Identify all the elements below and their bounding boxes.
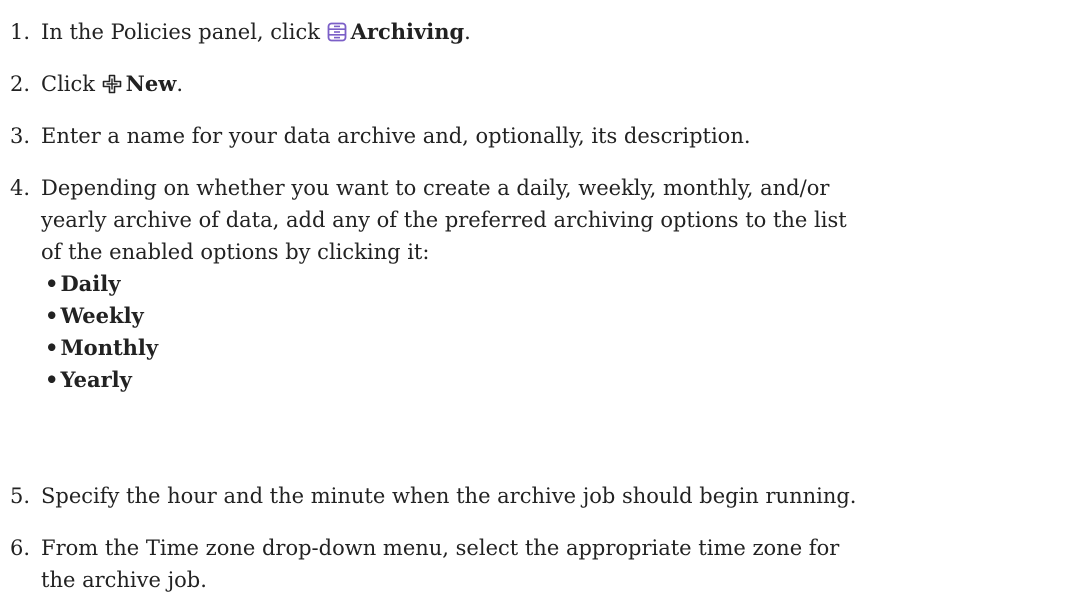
step-text: Click New. [41, 68, 1071, 103]
archiving-label: Archiving [350, 19, 465, 44]
step-1-punct: . [464, 20, 471, 44]
step-text: Enter a name for your data archive and, … [41, 124, 751, 148]
step-2-text: Click [41, 72, 102, 96]
new-label: New [125, 71, 177, 96]
step-text: From the Time zone drop-down menu, selec… [41, 532, 1071, 596]
step-2-punct: . [176, 72, 183, 96]
step-number: 6. [10, 536, 31, 560]
step-1-text: In the Policies panel, click [41, 20, 327, 44]
bullet: • [45, 367, 59, 392]
archiving-options-list: •Daily •Weekly •Monthly •Yearly [41, 268, 1071, 396]
bullet: • [45, 271, 59, 296]
option-weekly: •Weekly [41, 300, 1071, 332]
option-yearly: •Yearly [41, 364, 1071, 396]
step-6-line-2: the archive job. [41, 568, 207, 592]
step-number: 3. [10, 124, 31, 148]
option-label: Daily [60, 271, 121, 296]
step-text: Specify the hour and the minute when the… [41, 484, 857, 508]
option-label: Weekly [60, 303, 144, 328]
step-6-line-1: From the Time zone drop-down menu, selec… [41, 536, 840, 560]
bullet: • [45, 335, 59, 360]
step-number: 4. [10, 176, 31, 200]
archive-list-icon [327, 19, 347, 51]
step-4-line-1: Depending on whether you want to create … [41, 176, 830, 200]
step-number: 2. [10, 72, 31, 96]
option-daily: •Daily [41, 268, 1071, 300]
step-number: 5. [10, 484, 31, 508]
option-label: Yearly [60, 367, 132, 392]
bullet: • [45, 303, 59, 328]
step-number: 1. [10, 20, 31, 44]
option-monthly: •Monthly [41, 332, 1071, 364]
step-text: Depending on whether you want to create … [41, 172, 1071, 396]
step-4-line-2: yearly archive of data, add any of the p… [41, 208, 847, 232]
option-label: Monthly [60, 335, 159, 360]
step-4-line-3: of the enabled options by clicking it: [41, 240, 430, 264]
plus-outline-icon [102, 71, 122, 103]
step-text: In the Policies panel, click Archiving. [41, 16, 1071, 51]
